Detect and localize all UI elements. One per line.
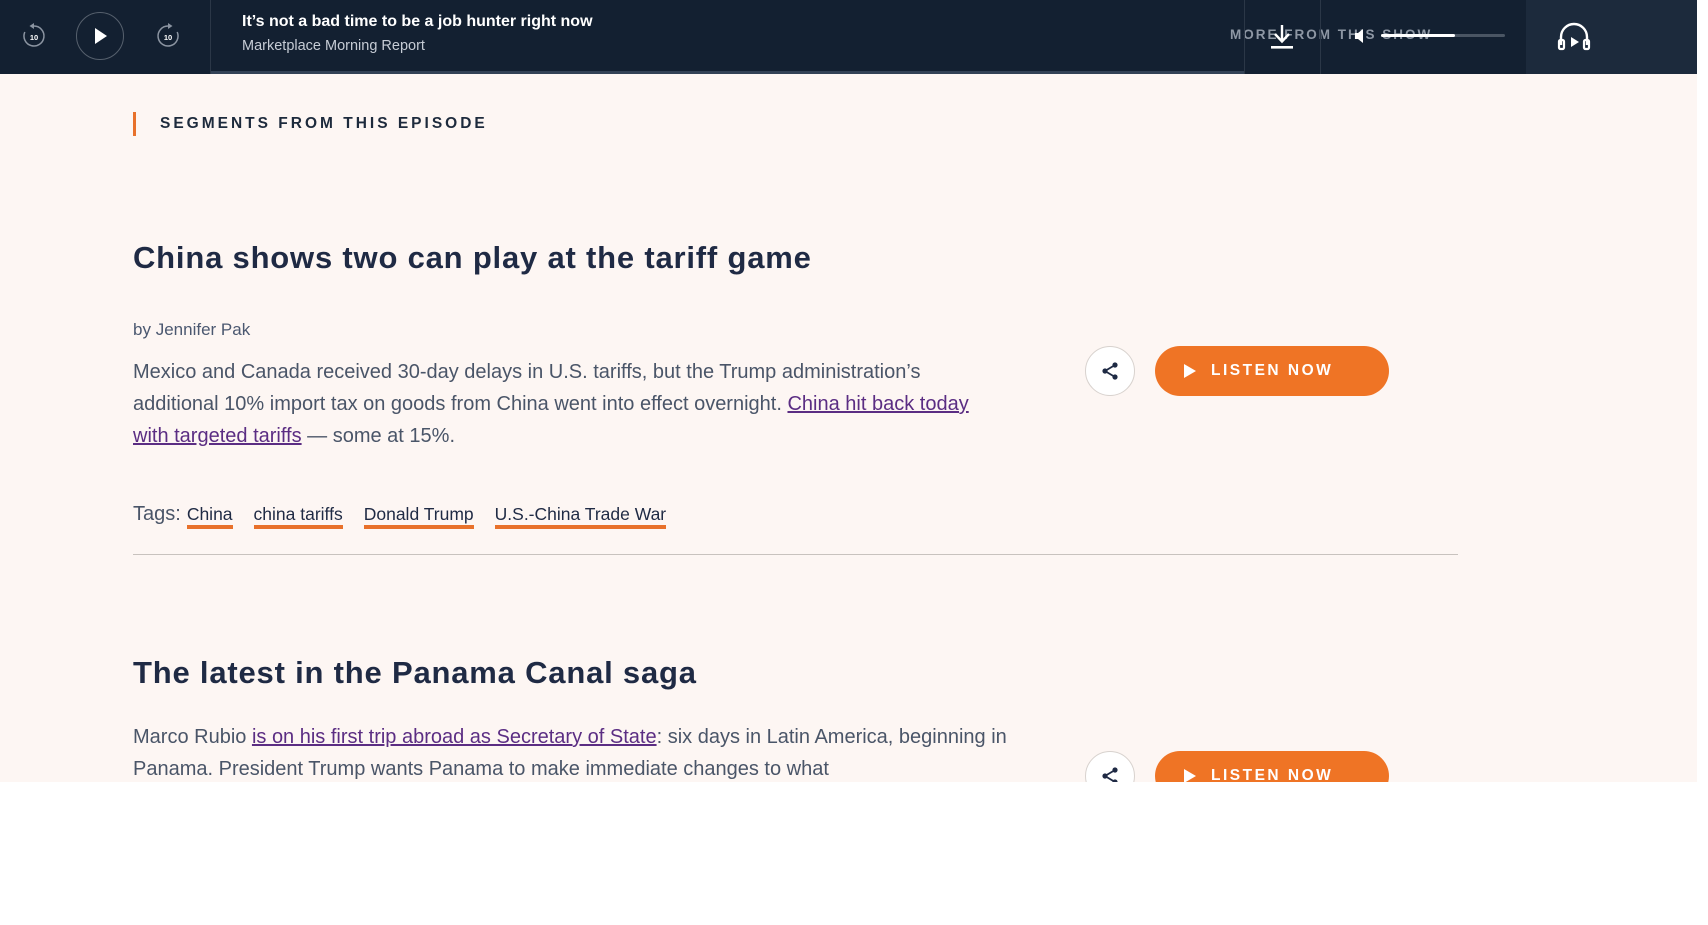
segment-title[interactable]: China shows two can play at the tariff g… — [133, 240, 812, 276]
segment-divider — [133, 554, 1458, 555]
audio-player-bar: 10 10 It’s not a bad time to be a job hu… — [0, 0, 1697, 74]
skip-forward-seconds: 10 — [164, 33, 172, 42]
section-heading: SEGMENTS FROM THIS EPISODE — [133, 112, 488, 136]
segment-description: Mexico and Canada received 30-day delays… — [133, 356, 993, 452]
volume-slider-fill — [1381, 34, 1456, 37]
listen-now-button[interactable]: LISTEN NOW — [1155, 751, 1389, 782]
episode-title[interactable]: It’s not a bad time to be a job hunter r… — [242, 13, 593, 31]
listen-app-panel — [1526, 0, 1697, 74]
page-edge — [1697, 0, 1708, 782]
tags-label: Tags: — [133, 503, 181, 525]
share-button[interactable] — [1085, 346, 1135, 396]
download-button[interactable] — [1244, 0, 1320, 74]
listen-now-label: LISTEN NOW — [1211, 767, 1334, 782]
share-icon — [1102, 767, 1118, 782]
description-text: — some at 15%. — [301, 425, 456, 447]
download-icon — [1271, 25, 1293, 49]
skip-back-seconds: 10 — [30, 33, 38, 42]
skip-back-button[interactable]: 10 — [18, 17, 50, 55]
segment-title[interactable]: The latest in the Panama Canal saga — [133, 655, 697, 691]
headphones-play-icon — [1557, 22, 1591, 51]
tag-link[interactable]: Donald Trump — [363, 503, 474, 529]
tag-link[interactable]: china tariffs — [253, 503, 343, 529]
tag-link[interactable]: China — [186, 503, 233, 529]
episode-segments-section: SEGMENTS FROM THIS EPISODE China shows t… — [0, 74, 1697, 782]
author-link[interactable]: Jennifer Pak — [156, 320, 251, 339]
volume-icon[interactable] — [1350, 26, 1370, 46]
skip-back-10-icon: 10 — [23, 23, 45, 47]
tags-row: Tags: China china tariffs Donald Trump U… — [133, 503, 687, 529]
show-name[interactable]: Marketplace Morning Report — [242, 38, 425, 54]
now-playing-info: It’s not a bad time to be a job hunter r… — [211, 0, 1430, 74]
share-icon — [1102, 362, 1118, 380]
tag-link[interactable]: U.S.-China Trade War — [494, 503, 667, 529]
description-text: Marco Rubio — [133, 726, 252, 748]
listen-now-label: LISTEN NOW — [1211, 362, 1334, 379]
listen-now-button[interactable]: LISTEN NOW — [1155, 346, 1389, 396]
play-icon — [95, 28, 107, 44]
byline: by Jennifer Pak — [133, 320, 250, 340]
volume-slider[interactable] — [1381, 34, 1505, 37]
share-button[interactable] — [1085, 751, 1135, 782]
segment-description: Marco Rubio is on his first trip abroad … — [133, 721, 1013, 782]
listen-app-button[interactable] — [1554, 17, 1594, 57]
byline-prefix: by — [133, 320, 151, 339]
play-icon — [1184, 769, 1196, 782]
volume-control — [1320, 0, 1526, 74]
play-button[interactable] — [76, 12, 124, 60]
skip-forward-button[interactable]: 10 — [152, 17, 184, 55]
play-icon — [1184, 364, 1196, 378]
description-link[interactable]: is on his first trip abroad as Secretary… — [252, 726, 657, 748]
skip-forward-10-icon: 10 — [157, 23, 179, 47]
